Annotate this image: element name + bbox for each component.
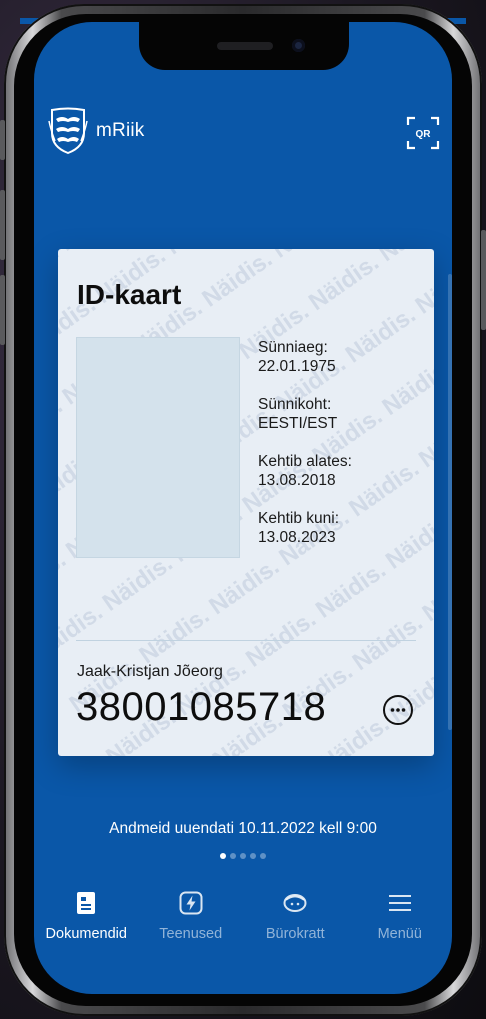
volume-down-button <box>0 275 5 345</box>
info-valid-until: Kehtib kuni: 13.08.2023 <box>258 509 428 547</box>
id-card[interactable]: Näidis. Näidis. Näidis. Näidis. Näidis. … <box>58 249 434 756</box>
page-dot[interactable] <box>260 853 266 859</box>
power-button <box>481 230 486 330</box>
info-value: 22.01.1975 <box>258 358 336 375</box>
info-valid-from: Kehtib alates: 13.08.2018 <box>258 452 428 490</box>
page-dot[interactable] <box>220 853 226 859</box>
burokratt-icon <box>283 894 307 912</box>
nav-item-menuu[interactable]: Menüü <box>348 888 453 958</box>
nav-label: Dokumendid <box>45 926 127 942</box>
page-dot[interactable] <box>230 853 236 859</box>
page-dot[interactable] <box>240 853 246 859</box>
qr-scan-button[interactable]: QR <box>406 116 440 150</box>
nav-item-burokratt[interactable]: Bürokratt <box>243 888 348 958</box>
bottom-navigation: Dokumendid Teenused Bürokratt Menüü <box>34 888 452 958</box>
menu-icon <box>388 895 411 911</box>
mute-switch <box>0 120 5 160</box>
info-label: Sünniaeg: <box>258 339 328 356</box>
qr-label: QR <box>416 129 432 140</box>
nav-label: Teenused <box>159 926 223 942</box>
page-dot[interactable] <box>250 853 256 859</box>
volume-up-button <box>0 190 5 260</box>
info-label: Kehtib kuni: <box>258 510 339 527</box>
nav-label: Menüü <box>377 926 422 942</box>
notch <box>139 22 349 70</box>
info-value: 13.08.2018 <box>258 472 336 489</box>
front-camera <box>292 39 305 52</box>
lightning-icon <box>179 891 203 915</box>
page-indicator[interactable] <box>34 853 452 859</box>
card-info-list: Sünniaeg: 22.01.1975 Sünnikoht: EESTI/ES… <box>258 338 428 566</box>
info-birth-place: Sünnikoht: EESTI/EST <box>258 395 428 433</box>
phone-screen: mRiik QR Näidis. Näidis. Näidis. Näidis.… <box>34 22 452 994</box>
speaker-grille <box>217 42 273 50</box>
info-birth-date: Sünniaeg: 22.01.1975 <box>258 338 428 376</box>
holder-photo-placeholder <box>76 337 240 558</box>
document-icon <box>77 892 96 914</box>
scrollbar[interactable] <box>448 274 452 730</box>
info-label: Kehtib alates: <box>258 453 352 470</box>
info-label: Sünnikoht: <box>258 396 332 413</box>
info-value: EESTI/EST <box>258 415 338 432</box>
app-header: mRiik <box>48 107 145 155</box>
holder-name: Jaak-Kristjan Jõeorg <box>77 663 223 680</box>
card-divider <box>76 640 416 641</box>
nav-label: Bürokratt <box>265 926 325 942</box>
card-title: ID-kaart <box>77 279 182 310</box>
app-title: mRiik <box>96 120 145 141</box>
nav-item-dokumendid[interactable]: Dokumendid <box>34 888 139 958</box>
personal-id-code: 38001085718 <box>76 685 327 729</box>
more-options-button[interactable] <box>382 694 414 726</box>
coat-of-arms-icon <box>48 107 88 155</box>
nav-item-teenused[interactable]: Teenused <box>139 888 244 958</box>
last-updated-text: Andmeid uuendati 10.11.2022 kell 9:00 <box>109 820 377 837</box>
info-value: 13.08.2023 <box>258 529 336 546</box>
